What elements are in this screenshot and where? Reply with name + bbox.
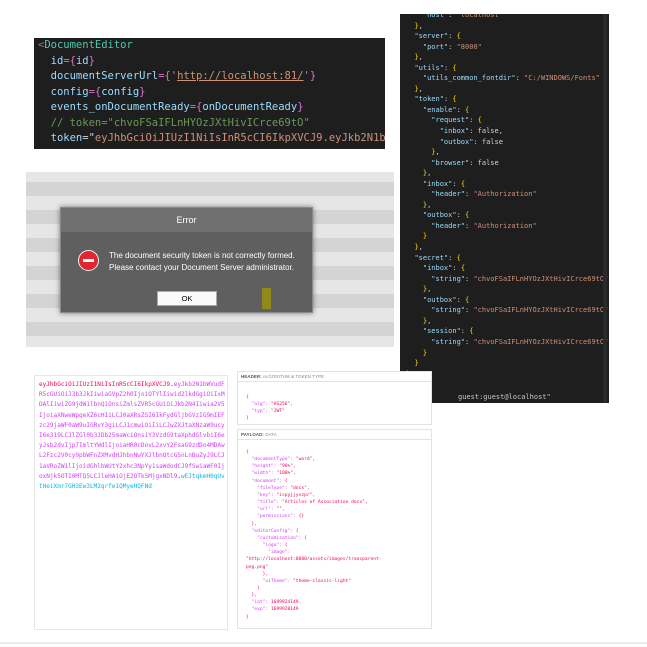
error-stop-icon [78, 250, 99, 271]
json-line: "outbox": false [439, 137, 503, 146]
jwt-line: "key": "ispyjjyvzpr", [246, 492, 316, 498]
json-line: "utils": { [414, 63, 457, 72]
json-line: "string": "chvoFSaIFLnHYOzJXtHivICrce69t… [431, 274, 609, 283]
jwt-line: { [246, 450, 249, 455]
jwt-header-section: HEADER: ALGORITHM & TOKEN TYPE { "alg": … [237, 371, 432, 425]
error-message-line-1: The document security token is not corre… [109, 251, 295, 260]
jwt-line: "width": "100%", [246, 471, 296, 477]
code-line: id={id} [38, 54, 95, 67]
json-line: "inbox": { [422, 179, 466, 188]
code-line: documentServerUrl={'http://localhost:81/… [38, 70, 317, 82]
json-line: }, [414, 53, 423, 62]
ok-button[interactable]: OK [157, 291, 217, 306]
json-line: "enable": { [422, 105, 470, 114]
jwt-line: "exp": 1699928149 [246, 607, 299, 613]
code-line: <DocumentEditor [38, 39, 133, 51]
code-line: token="eyJhbGciOiJIUzI1NiIsInR5cCI6IkpXV… [38, 132, 385, 144]
json-line: }, [431, 148, 440, 157]
error-message-line-2: Please contact your Document Server admi… [109, 263, 294, 272]
code-line: events_onDocumentReady={onDocumentReady} [38, 101, 304, 113]
json-line: } [414, 359, 419, 368]
jwt-line: "documentType": "word", [246, 457, 316, 463]
jwt-payload-title: PAYLOAD: [241, 432, 264, 437]
json-line: }, [422, 169, 432, 178]
error-dialog-title: Error [61, 208, 312, 232]
json-line: }, [414, 84, 423, 93]
json-line: "header": "Authorization" [431, 190, 537, 199]
encoded-token-text: eyJhbGciOiJIUzI1NiIsInR5cCI6IkpXVCJ9.eyJ… [39, 381, 225, 491]
jwt-line: "fileType": "docx", [246, 485, 310, 491]
jwt-line: } [246, 585, 260, 591]
json-line: } [422, 348, 428, 357]
jwt-line: "iat": 1699924149, [246, 600, 302, 606]
json-line: }, [414, 243, 423, 252]
encoded-token-panel: eyJhbGciOiJIUzI1NiIsInR5cCI6IkpXVCJ9.eyJ… [34, 375, 228, 630]
json-line: "browser": false [431, 158, 499, 167]
jwt-line: "logo": { [246, 543, 288, 549]
json-line: }, [422, 200, 432, 209]
json-line: "inbox": false, [439, 127, 503, 136]
token-payload-part: eyJkb2N1bWVudFR5cGUiOiJ3b3JkIiwiaGVpZ2h0… [39, 381, 225, 480]
jwt-line: { [246, 395, 249, 400]
jwt-line: }, [246, 593, 258, 599]
json-line: "secret": { [414, 253, 461, 262]
json-line: }, [422, 316, 432, 325]
jwt-line: "permissions": {} [246, 514, 305, 520]
code-line: // token="chvoFSaIFLnHYOzJXtHivICrce69tO… [38, 116, 310, 129]
jwt-line: "image": [246, 550, 291, 556]
json-line: "inbox": { [422, 264, 466, 273]
error-dialog: Error The document security token is not… [60, 207, 313, 313]
json-line: "session": { [422, 327, 474, 336]
token-header-part: eyJhbGciOiJIUzI1NiIsInR5cCI6IkpXVCJ9 [39, 381, 171, 388]
jwt-line: "height": "96%", [246, 464, 296, 470]
jwt-line: }, [246, 571, 269, 577]
json-line: "header": "Authorization" [431, 221, 537, 230]
json-line: "port": "8000" [422, 42, 482, 51]
json-line: "request": { [431, 116, 482, 125]
config-json-tail: guest:guest@localhost" [458, 393, 551, 402]
jwt-line: } [246, 614, 249, 620]
jwt-header-subtitle: ALGORITHM & TOKEN TYPE [262, 374, 325, 379]
json-line: "string": "chvoFSaIFLnHYOzJXtHivICrce69t… [431, 306, 609, 315]
jwt-line: "alg": "HS256", [246, 402, 294, 408]
error-message: The document security token is not corre… [109, 250, 295, 274]
bottom-divider [0, 642, 647, 644]
jwt-line: "http://localhost:8000/assets/images/tra… [246, 557, 382, 563]
jwt-line: "document": { [246, 478, 288, 484]
json-line: "server": { [414, 32, 461, 41]
json-line: "string": "chvoFSaIFLnHYOzJXtHivICrce69t… [431, 337, 609, 346]
code-line: config={config} [38, 85, 146, 98]
code-line: height={ [38, 147, 385, 150]
jwt-payload-section: PAYLOAD: DATA { "documentType": "word", … [237, 429, 432, 629]
jwt-line: "typ": "JWT" [246, 409, 285, 415]
jwt-line: "title": "Articles of Association docx", [246, 500, 368, 506]
jwt-line: "url": "", [246, 507, 285, 513]
json-line: "token": { [414, 95, 457, 104]
jwt-line: }, [246, 521, 258, 527]
json-line: "outbox": { [422, 295, 470, 304]
json-line: }, [414, 21, 423, 30]
jwt-line: png.png" [246, 564, 269, 570]
jwt-line: "customization": { [246, 535, 307, 541]
json-line: "outbox": { [422, 211, 470, 220]
jwt-line: "editorConfig": { [246, 528, 299, 534]
jwt-line: "uiTheme": "theme-classic-light" [246, 578, 352, 584]
decoded-token-panel: HEADER: ALGORITHM & TOKEN TYPE { "alg": … [237, 371, 432, 629]
jwt-payload-subtitle: DATA [265, 432, 277, 437]
json-line: } [422, 232, 428, 241]
json-line: }, [422, 285, 432, 294]
document-editor-code-panel: <DocumentEditor id={id} documentServerUr… [34, 38, 385, 149]
json-line: "utils_common_fontdir": "C:/WINDOWS/Font… [422, 74, 600, 83]
config-json-scrollbar[interactable] [603, 14, 607, 403]
jwt-line: } [246, 416, 249, 422]
error-screenshot-panel: Error The document security token is not… [26, 172, 394, 347]
config-json-panel: "host": "localhost" }, "server": { "port… [400, 14, 609, 403]
jwt-header-title: HEADER: [241, 374, 262, 379]
json-line: } [406, 369, 609, 380]
mouse-highlight [262, 288, 271, 309]
